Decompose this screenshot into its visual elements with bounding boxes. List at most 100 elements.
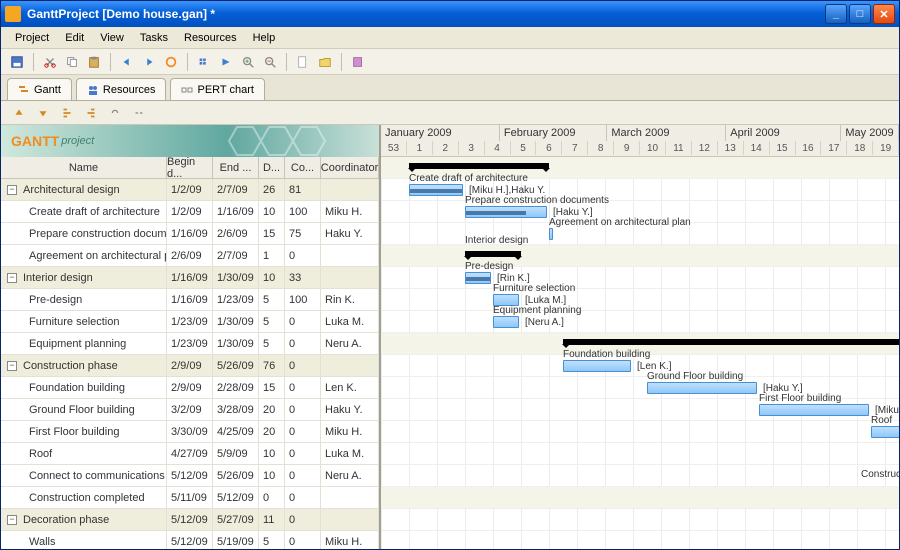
summary-bar[interactable]: [563, 339, 899, 345]
bar-label: Roof: [871, 415, 892, 426]
save-icon[interactable]: [7, 52, 27, 72]
task-name: Pre-design: [29, 294, 82, 306]
task-bar[interactable]: [647, 382, 757, 394]
col-begin[interactable]: Begin d...: [167, 157, 213, 178]
summary-bar[interactable]: [465, 251, 521, 257]
task-row[interactable]: Construction completed5/11/095/12/0900: [1, 487, 379, 509]
month-header: April 2009: [726, 125, 841, 141]
task-bar[interactable]: [549, 228, 553, 240]
menu-project[interactable]: Project: [7, 30, 57, 46]
week-header: 2: [433, 141, 459, 155]
task-row[interactable]: Walls5/12/095/19/0950Miku H.: [1, 531, 379, 549]
task-row[interactable]: Connect to communications5/12/095/26/091…: [1, 465, 379, 487]
cell-begin: 4/27/09: [167, 443, 213, 464]
cell-end: 5/27/09: [213, 509, 259, 530]
task-row[interactable]: Furniture selection1/23/091/30/0950Luka …: [1, 311, 379, 333]
outdent-icon[interactable]: [81, 103, 101, 123]
task-row[interactable]: First Floor building3/30/094/25/09200Mik…: [1, 421, 379, 443]
task-bar[interactable]: [465, 272, 491, 284]
task-row[interactable]: Foundation building2/9/092/28/09150Len K…: [1, 377, 379, 399]
cell-end: 1/30/09: [213, 333, 259, 354]
resource-load-icon[interactable]: [348, 52, 368, 72]
zoom-in-icon[interactable]: [238, 52, 258, 72]
expand-toggle-icon[interactable]: −: [7, 185, 17, 195]
cell-end: 1/16/09: [213, 201, 259, 222]
cell-dur: 11: [259, 509, 285, 530]
minimize-button[interactable]: _: [825, 4, 847, 24]
week-header: 6: [536, 141, 562, 155]
tab-pert-label: PERT chart: [197, 84, 253, 96]
cut-icon[interactable]: [40, 52, 60, 72]
bar-label: Architectural design: [409, 157, 497, 158]
titlebar[interactable]: GanttProject [Demo house.gan] * _ □ ✕: [1, 1, 899, 27]
task-row[interactable]: Create draft of architecture1/2/091/16/0…: [1, 201, 379, 223]
redo-icon[interactable]: [139, 52, 159, 72]
open-icon[interactable]: [315, 52, 335, 72]
menu-edit[interactable]: Edit: [57, 30, 92, 46]
close-button[interactable]: ✕: [873, 4, 895, 24]
cell-coord: Haku Y.: [321, 223, 379, 244]
cell-comp: 0: [285, 421, 321, 442]
unlink-icon[interactable]: [129, 103, 149, 123]
goto-today-icon[interactable]: [161, 52, 181, 72]
task-row[interactable]: Ground Floor building3/2/093/28/09200Hak…: [1, 399, 379, 421]
task-grid[interactable]: −Architectural design1/2/092/7/092681Cre…: [1, 179, 379, 549]
scroll-left-icon[interactable]: [194, 52, 214, 72]
task-bar[interactable]: [465, 206, 547, 218]
indent-icon[interactable]: [57, 103, 77, 123]
col-completion[interactable]: Co...: [285, 157, 321, 178]
zoom-out-icon[interactable]: [260, 52, 280, 72]
task-row[interactable]: Pre-design1/16/091/23/095100Rin K.: [1, 289, 379, 311]
bar-label: Interior design: [465, 235, 528, 246]
week-header: 8: [588, 141, 614, 155]
task-bar[interactable]: [759, 404, 869, 416]
tab-resources[interactable]: Resources: [76, 78, 167, 100]
task-row[interactable]: −Construction phase2/9/095/26/09760: [1, 355, 379, 377]
expand-toggle-icon[interactable]: −: [7, 273, 17, 283]
task-row[interactable]: −Decoration phase5/12/095/27/09110: [1, 509, 379, 531]
cell-begin: 5/12/09: [167, 531, 213, 549]
gantt-chart[interactable]: Architectural designCreate draft of arch…: [381, 157, 899, 549]
col-name[interactable]: Name: [1, 157, 167, 178]
undo-icon[interactable]: [117, 52, 137, 72]
cell-coord: Luka M.: [321, 311, 379, 332]
week-header: 4: [485, 141, 511, 155]
cell-begin: 1/16/09: [167, 289, 213, 310]
task-row[interactable]: Prepare construction documents1/16/092/6…: [1, 223, 379, 245]
task-row[interactable]: −Architectural design1/2/092/7/092681: [1, 179, 379, 201]
expand-toggle-icon[interactable]: −: [7, 361, 17, 371]
cell-dur: 10: [259, 443, 285, 464]
menu-tasks[interactable]: Tasks: [132, 30, 176, 46]
menu-resources[interactable]: Resources: [176, 30, 245, 46]
menu-view[interactable]: View: [92, 30, 132, 46]
task-bar[interactable]: [409, 184, 463, 196]
paste-icon[interactable]: [84, 52, 104, 72]
tab-pert[interactable]: PERT chart: [170, 78, 264, 100]
move-up-icon[interactable]: [9, 103, 29, 123]
task-row[interactable]: Agreement on architectural plan2/6/092/7…: [1, 245, 379, 267]
scroll-right-icon[interactable]: [216, 52, 236, 72]
maximize-button[interactable]: □: [849, 4, 871, 24]
task-bar[interactable]: [493, 316, 519, 328]
col-duration[interactable]: D...: [259, 157, 285, 178]
menu-help[interactable]: Help: [245, 30, 284, 46]
col-end[interactable]: End ...: [213, 157, 259, 178]
new-icon[interactable]: [293, 52, 313, 72]
col-coordinator[interactable]: Coordinator: [321, 157, 379, 178]
move-down-icon[interactable]: [33, 103, 53, 123]
summary-bar[interactable]: [409, 163, 549, 169]
task-row[interactable]: −Interior design1/16/091/30/091033: [1, 267, 379, 289]
week-header: 9: [614, 141, 640, 155]
task-bar[interactable]: [871, 426, 899, 438]
cell-coord: [321, 487, 379, 508]
cell-comp: 81: [285, 179, 321, 200]
task-row[interactable]: Equipment planning1/23/091/30/0950Neru A…: [1, 333, 379, 355]
cell-begin: 2/9/09: [167, 355, 213, 376]
link-icon[interactable]: [105, 103, 125, 123]
task-bar[interactable]: [563, 360, 631, 372]
copy-icon[interactable]: [62, 52, 82, 72]
task-row[interactable]: Roof4/27/095/9/09100Luka M.: [1, 443, 379, 465]
tab-gantt[interactable]: Gantt: [7, 78, 72, 100]
expand-toggle-icon[interactable]: −: [7, 515, 17, 525]
cell-begin: 1/23/09: [167, 311, 213, 332]
